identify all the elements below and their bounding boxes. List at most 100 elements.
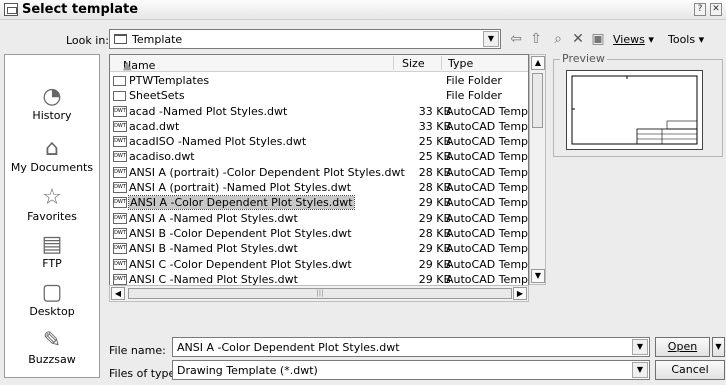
file-rows: PTWTemplates File Folder SheetSets File Fol…	[110, 73, 529, 287]
table-row[interactable]: DWT ANSI A -Named Plot Styles.dwt 29 KB Aut…	[110, 211, 528, 226]
cancel-label: Cancel	[671, 363, 709, 376]
tools-menu[interactable]: Tools ▾	[668, 33, 704, 46]
folder-icon	[113, 91, 126, 102]
open-options-button[interactable]: ▼	[712, 337, 725, 357]
template-preview-image	[566, 70, 703, 150]
table-row[interactable]: DWT ANSI A (portrait) -Named Plot Styles.…	[110, 180, 528, 195]
table-row[interactable]: DWT ANSI B -Named Plot Styles.dwt 29 KB Aut…	[110, 241, 529, 256]
table-row-selected[interactable]: DWT ANSI A -Color Dependent Plot Styles.d…	[110, 195, 529, 211]
up-folder-icon[interactable]: ⇧	[527, 30, 545, 48]
place-history[interactable]: ◔ History	[5, 84, 99, 123]
file-name-label: File name:	[109, 344, 166, 357]
dwt-file-icon: DWT	[113, 197, 127, 209]
table-row[interactable]: DWT acadISO -Named Plot Styles.dwt 25 KB Au…	[110, 134, 528, 149]
table-row[interactable]: PTWTemplates File Folder	[110, 73, 528, 88]
table-row[interactable]: SheetSets File Folder	[110, 88, 528, 103]
scroll-right-icon[interactable]: ▶	[513, 287, 527, 300]
open-label: Open	[667, 340, 698, 353]
cancel-button[interactable]: Cancel	[655, 360, 725, 380]
column-separator[interactable]	[441, 56, 442, 70]
file-name: ANSI C -Named Plot Styles.dwt	[129, 272, 298, 286]
chevron-down-icon[interactable]: ▼	[632, 362, 648, 378]
place-my-documents[interactable]: ⌂ My Documents	[5, 136, 99, 175]
file-type: AutoCAD Template	[446, 119, 529, 133]
file-name: ANSI A (portrait) -Color Dependent Plot …	[129, 165, 405, 179]
new-folder-icon[interactable]: ▣	[589, 30, 607, 48]
file-name: ANSI B -Named Plot Styles.dwt	[129, 242, 298, 256]
scroll-left-icon[interactable]: ◀	[111, 287, 125, 300]
buzzsaw-icon: ✎	[42, 328, 62, 353]
table-row[interactable]: DWTacadiso.dwt25 KBAutoCAD Template	[110, 149, 529, 164]
file-type: AutoCAD Template	[446, 104, 529, 118]
column-size-header[interactable]: Size	[402, 57, 425, 70]
file-type: File Folder	[446, 74, 502, 87]
title-bar: Select template ? ✕	[0, 0, 726, 20]
favorites-icon: ☆	[42, 185, 62, 210]
ftp-icon: ▤	[41, 232, 63, 257]
look-in-value: Template	[132, 33, 183, 46]
file-name: acadiso.dwt	[129, 150, 195, 164]
file-name: SheetSets	[129, 89, 185, 103]
place-favorites[interactable]: ☆ Favorites	[5, 185, 99, 224]
file-name-value: ANSI A -Color Dependent Plot Styles.dwt	[177, 341, 400, 354]
folder-icon	[113, 76, 126, 86]
file-type-dropdown[interactable]: Drawing Template (*.dwt) ▼	[172, 360, 650, 380]
file-list[interactable]: Name ▲ Size Type PTWTemplates File Folder…	[109, 54, 529, 302]
file-type: AutoCAD Template	[446, 272, 529, 286]
vertical-scrollbar[interactable]: ▲ ▼	[529, 54, 546, 285]
file-type: AutoCAD Template	[446, 226, 529, 240]
file-type: AutoCAD Template	[446, 257, 529, 271]
window-title: Select template	[22, 2, 139, 17]
folder-icon	[114, 34, 127, 44]
column-separator[interactable]	[393, 56, 394, 70]
table-row[interactable]: DWT ANSI B -Color Dependent Plot Styles.d…	[110, 226, 529, 241]
app-icon	[4, 3, 18, 16]
dwt-file-icon: DWT	[113, 166, 127, 178]
scroll-thumb-horizontal[interactable]: |||	[128, 288, 512, 299]
file-name: ANSI A -Color Dependent Plot Styles.dwt	[128, 195, 355, 211]
scroll-down-icon[interactable]: ▼	[531, 269, 545, 283]
open-button[interactable]: Open	[655, 337, 710, 357]
file-type: AutoCAD Template	[446, 196, 529, 210]
file-type: AutoCAD Template	[446, 150, 529, 164]
my-documents-icon: ⌂	[45, 136, 59, 161]
places-bar: ◔ History ⌂ My Documents ☆ Favorites ▤ F…	[4, 54, 100, 378]
place-label: FTP	[42, 257, 62, 270]
file-name: acadISO -Named Plot Styles.dwt	[129, 135, 307, 149]
dwt-file-icon: DWT	[113, 227, 127, 239]
file-name: ANSI C -Color Dependent Plot Styles.dwt	[129, 257, 352, 271]
file-name: acad.dwt	[129, 119, 180, 133]
place-ftp[interactable]: ▤ FTP	[5, 232, 99, 271]
table-row[interactable]: DWT acad -Named Plot Styles.dwt 33 KB AutoC…	[110, 104, 529, 119]
file-type: File Folder	[446, 89, 502, 103]
place-buzzsaw[interactable]: ✎ Buzzsaw	[5, 328, 99, 367]
delete-icon[interactable]: ✕	[569, 30, 587, 48]
views-label: Views	[613, 33, 645, 46]
close-icon[interactable]: ✕	[710, 3, 722, 16]
views-menu[interactable]: Views ▾	[613, 33, 654, 46]
dwt-file-icon: DWT	[113, 212, 127, 224]
place-label: My Documents	[10, 161, 94, 174]
chevron-down-icon[interactable]: ▼	[632, 339, 648, 355]
place-label: Desktop	[29, 305, 75, 318]
file-name-input[interactable]: ANSI A -Color Dependent Plot Styles.dwt …	[172, 337, 650, 357]
file-name: ANSI A (portrait) -Named Plot Styles.dwt	[129, 181, 352, 195]
look-in-dropdown[interactable]: Template ▼	[109, 29, 501, 49]
table-row[interactable]: DWT ANSI C -Color Dependent Plot Styles.d…	[110, 257, 529, 272]
column-type-header[interactable]: Type	[448, 57, 473, 70]
horizontal-scrollbar[interactable]: ◀ ||| ▶	[109, 285, 529, 302]
file-type: AutoCAD Template	[446, 165, 529, 179]
chevron-down-icon[interactable]: ▼	[483, 31, 499, 47]
table-row[interactable]: DWTacad.dwt33 KBAutoCAD Template	[110, 119, 529, 134]
search-web-icon[interactable]: ⌕	[549, 30, 567, 48]
place-desktop[interactable]: ▢ Desktop	[5, 281, 99, 319]
back-icon[interactable]: ⇦	[507, 30, 525, 48]
history-icon: ◔	[42, 84, 62, 109]
scroll-up-icon[interactable]: ▲	[531, 56, 545, 70]
table-row[interactable]: DWT ANSI A (portrait) -Color Dependent Pl…	[110, 165, 529, 180]
scroll-thumb[interactable]	[532, 73, 543, 128]
help-icon[interactable]: ?	[694, 3, 706, 16]
file-type-label: Files of type:	[109, 367, 180, 380]
dwt-file-icon: DWT	[113, 243, 127, 255]
file-type: AutoCAD Template	[446, 242, 529, 256]
